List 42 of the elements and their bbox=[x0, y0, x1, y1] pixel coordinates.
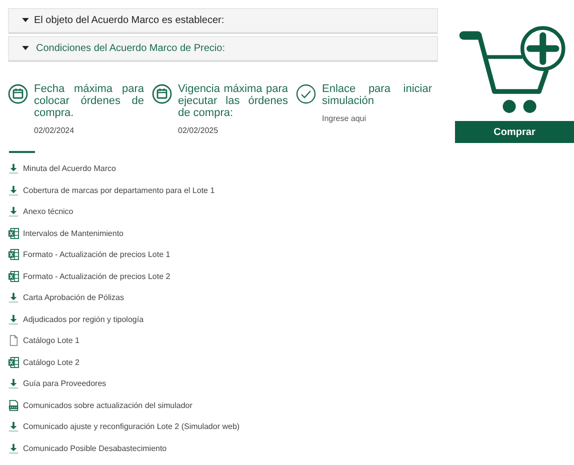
document-link[interactable]: Carta Aprobación de Pólizas bbox=[23, 293, 124, 302]
spreadsheet-icon bbox=[8, 249, 19, 260]
file-icon bbox=[8, 335, 19, 346]
caret-icon bbox=[22, 18, 29, 23]
check-icon bbox=[296, 84, 316, 104]
date-value: 02/02/2025 bbox=[178, 126, 220, 135]
accordion-header[interactable]: Condiciones del Acuerdo Marco de Precio: bbox=[8, 36, 438, 62]
download-icon bbox=[8, 442, 19, 454]
buy-button[interactable]: Comprar bbox=[455, 121, 574, 143]
document-link[interactable]: Comunicado Posible Desabastecimiento bbox=[23, 444, 167, 453]
caret-icon bbox=[22, 46, 29, 51]
info-title: Vigencia máxima para ejecutar las órdenes de compra: bbox=[178, 83, 288, 119]
simulation-link[interactable]: Ingrese aqui bbox=[322, 114, 432, 123]
document-link[interactable]: Comunicado ajuste y reconfiguración Lote 2 (Simulador web) bbox=[23, 422, 240, 432]
document-link[interactable]: Cobertura de marcas por departamento para el Lote 1 bbox=[23, 186, 215, 195]
info-title: Enlace para iniciar simulación bbox=[322, 83, 432, 107]
spreadsheet-icon bbox=[8, 356, 19, 368]
download-icon bbox=[8, 292, 19, 304]
info-title: Fecha máxima para colocar órdenes de compra. bbox=[34, 83, 144, 119]
document-link[interactable]: Comunicados sobre actualización del simulador bbox=[23, 400, 192, 410]
document-link[interactable]: Guía para Proveedores bbox=[23, 379, 106, 388]
document-icon bbox=[8, 400, 19, 411]
document-link[interactable]: Catálogo Lote 2 bbox=[23, 358, 80, 367]
document-link[interactable]: Formato - Actualización de precios Lote 2 bbox=[23, 272, 170, 281]
document-link[interactable]: Intervalos de Mantenimiento bbox=[23, 228, 124, 238]
download-icon bbox=[8, 163, 19, 174]
document-link[interactable]: Anexo técnico bbox=[23, 207, 74, 216]
spreadsheet-icon bbox=[8, 270, 19, 282]
document-link[interactable]: Adjudicados por región y tipología bbox=[23, 314, 144, 324]
document-link[interactable]: Minuta del Acuerdo Marco bbox=[23, 164, 116, 174]
date-value: 02/02/2024 bbox=[34, 126, 76, 135]
download-icon bbox=[8, 421, 19, 432]
download-icon bbox=[8, 206, 19, 218]
calendar-icon bbox=[8, 84, 28, 104]
download-icon bbox=[8, 314, 19, 325]
document-link[interactable]: Catálogo Lote 1 bbox=[23, 336, 80, 346]
accordion-header[interactable]: El objeto del Acuerdo Marco es establecer: bbox=[8, 8, 438, 34]
download-icon bbox=[8, 184, 19, 196]
document-link[interactable]: Formato - Actualización de precios Lote 1 bbox=[23, 250, 170, 260]
download-icon bbox=[8, 378, 19, 390]
spreadsheet-icon bbox=[8, 228, 19, 239]
calendar-icon bbox=[152, 84, 172, 104]
